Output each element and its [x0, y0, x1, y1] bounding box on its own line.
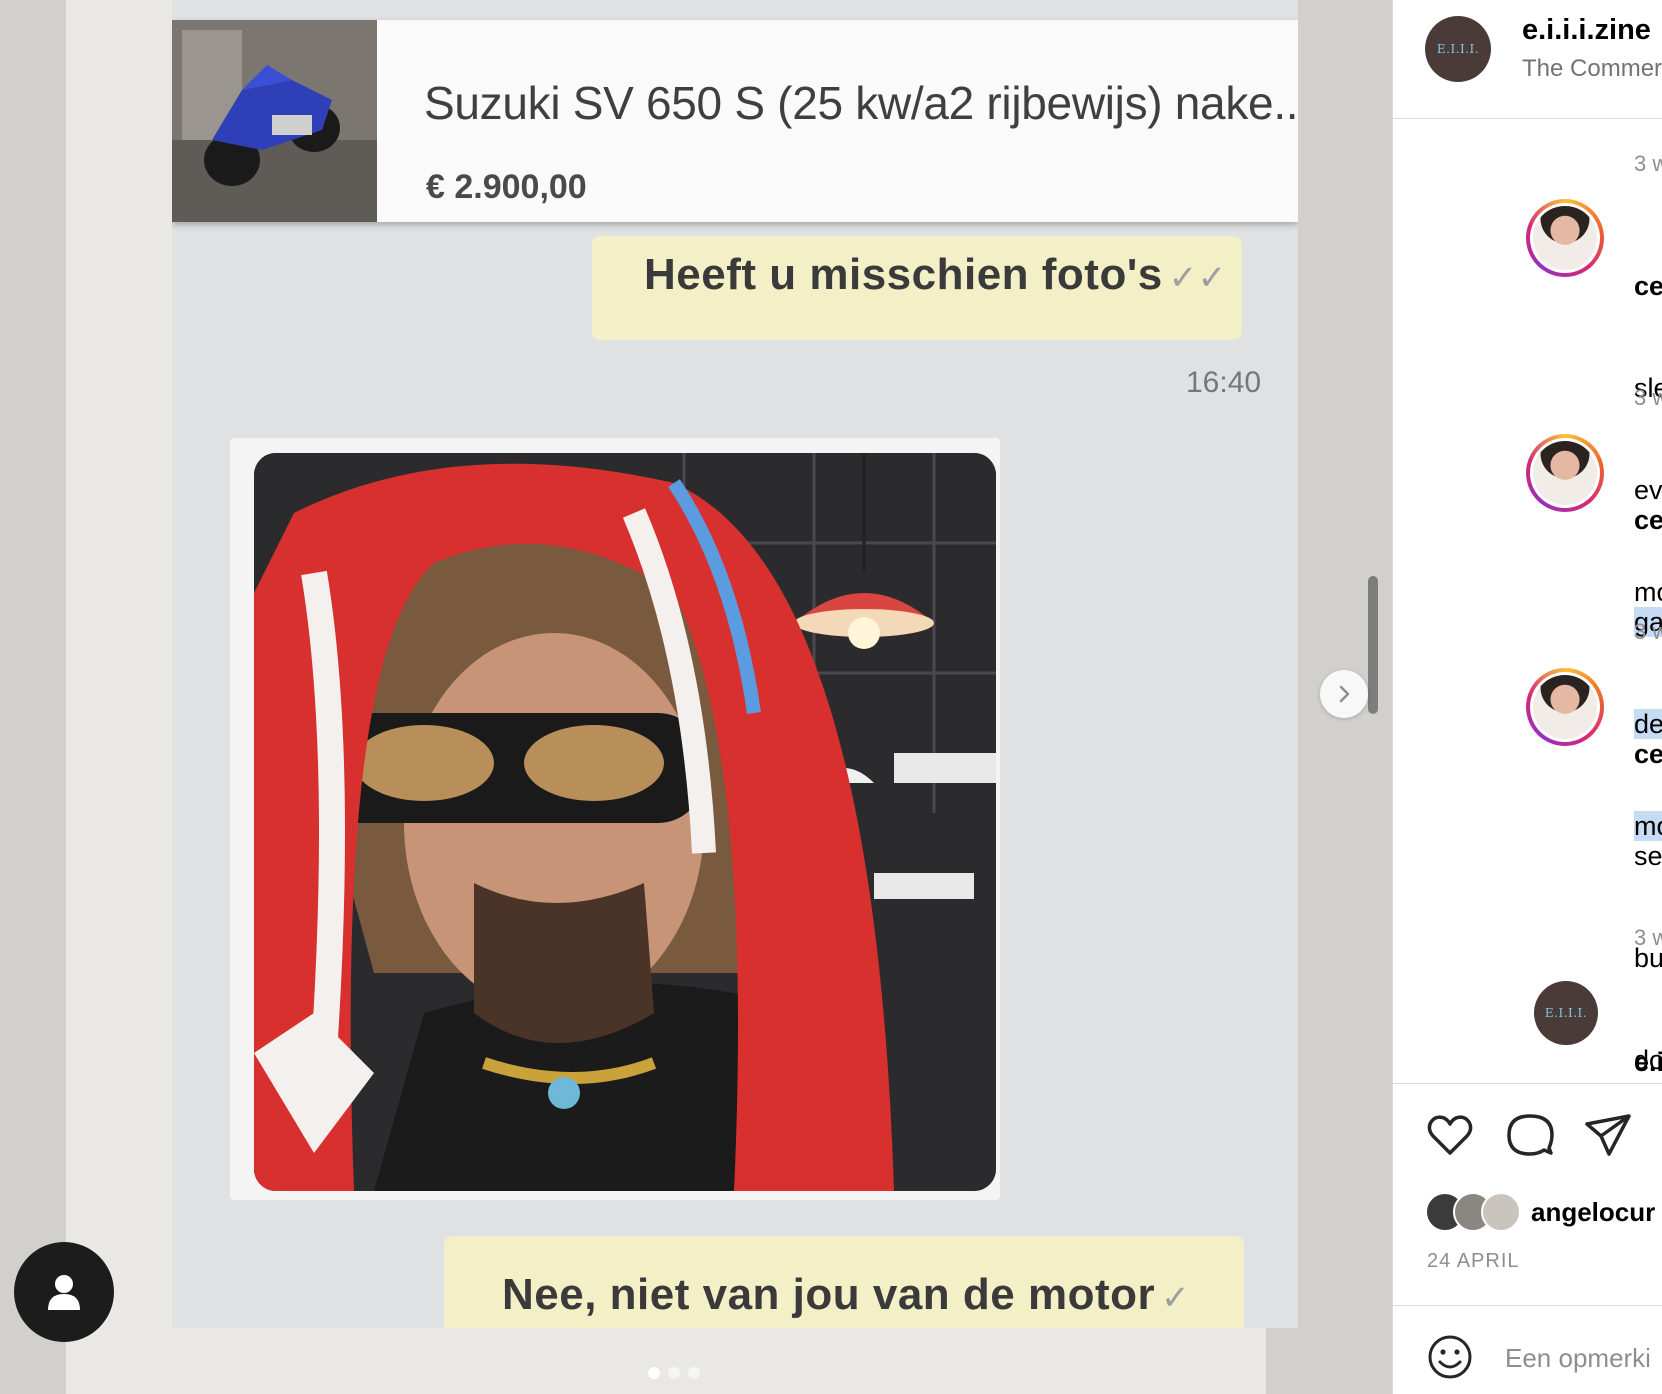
carousel-dot [688, 1367, 700, 1379]
liked-by-row[interactable]: angelocur [1425, 1191, 1655, 1233]
heart-icon[interactable] [1425, 1110, 1475, 1160]
selfie-photo [254, 453, 996, 1191]
emoji-icon[interactable] [1427, 1334, 1473, 1380]
account-avatar[interactable]: E.I.I.I. [1425, 16, 1491, 82]
comment-time: 3 w [1634, 925, 1662, 950]
comment-input[interactable] [1505, 1336, 1662, 1380]
carousel-dot [668, 1367, 680, 1379]
listing-title: Suzuki SV 650 S (25 kw/a2 rijbewijs) nak… [424, 77, 1298, 129]
liked-by-text[interactable]: angelocur [1531, 1197, 1655, 1228]
listing-price: € 2.900,00 [426, 168, 587, 206]
comment-text: se [1634, 841, 1662, 871]
chat-screenshot: Suzuki SV 650 S (25 kw/a2 rijbewijs) nak… [172, 0, 1298, 1328]
tagged-users-button[interactable] [14, 1242, 114, 1342]
post-media: Suzuki SV 650 S (25 kw/a2 rijbewijs) nak… [0, 0, 1392, 1394]
commenter-avatar[interactable]: E.I.I.I. [1534, 981, 1598, 1045]
comment-username[interactable]: ce [1634, 503, 1662, 537]
commenter-avatar[interactable] [1526, 199, 1604, 277]
next-slide-button[interactable] [1320, 670, 1368, 718]
chevron-right-icon [1339, 685, 1350, 703]
message-text: Heeft u misschien foto's [644, 250, 1163, 299]
logo-text: E.I.I.I. [1544, 1006, 1588, 1020]
commenter-avatar[interactable] [1526, 668, 1604, 746]
chat-bubble-outgoing: Nee, niet van jou van de motor ✓ [444, 1236, 1244, 1328]
comment-time: 3 w [1634, 151, 1662, 176]
post-photo: Suzuki SV 650 S (25 kw/a2 rijbewijs) nak… [66, 0, 1298, 1394]
commenter-avatar[interactable] [1526, 434, 1604, 512]
divider [1393, 1083, 1662, 1084]
carousel-dot [648, 1367, 660, 1379]
listing-thumbnail [172, 20, 377, 222]
account-name[interactable]: e.i.i.i.zine [1522, 14, 1651, 47]
logo-text: E.I.I.I. [1436, 42, 1480, 56]
read-ticks-icon: ✓✓ [1168, 259, 1227, 297]
carousel-indicator [648, 1367, 700, 1379]
share-icon[interactable] [1583, 1110, 1633, 1160]
message-time: 16:40 [1186, 366, 1262, 399]
sent-tick-icon: ✓ [1161, 1279, 1191, 1317]
post-sidebar: E.I.I.I. e.i.i.i.zine The Commer 3 w ce … [1392, 0, 1662, 1394]
comment-username[interactable]: e.i [1634, 1045, 1662, 1079]
comment-list: 3 w ce sle ev mo 3 w ce ga de mo 3 w ce … [1393, 119, 1662, 1083]
chat-bubble-outgoing: Heeft u misschien foto's ✓✓ [592, 236, 1242, 340]
user-icon [48, 1275, 80, 1310]
comment-username[interactable]: ce [1634, 737, 1662, 771]
scrollbar-thumb[interactable] [1368, 576, 1378, 714]
divider [1393, 1305, 1662, 1306]
comment-username[interactable]: ce [1634, 269, 1662, 303]
account-subtitle: The Commer [1522, 55, 1662, 82]
post-date[interactable]: 24 APRIL [1427, 1250, 1520, 1273]
comment: e.i co de [1634, 977, 1662, 1083]
message-text: Nee, niet van jou van de motor [502, 1270, 1156, 1319]
listing-card: Suzuki SV 650 S (25 kw/a2 rijbewijs) nak… [172, 20, 1298, 222]
comment-time: 3 w [1634, 619, 1662, 644]
liker-avatar [1481, 1192, 1521, 1232]
comment-time: 3 w [1634, 385, 1662, 410]
comment-icon[interactable] [1505, 1110, 1555, 1160]
